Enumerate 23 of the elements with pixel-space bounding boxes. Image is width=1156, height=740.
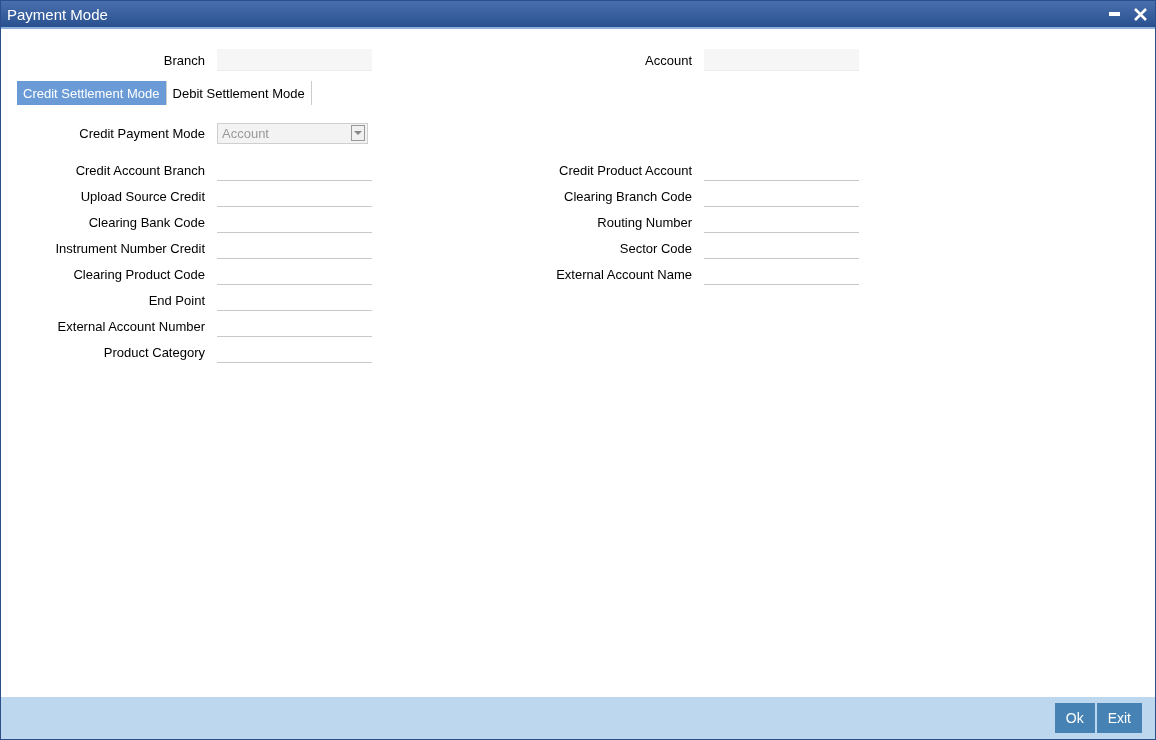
minimize-icon[interactable] (1109, 12, 1120, 16)
tab[interactable]: Credit Settlement Mode (17, 81, 167, 105)
field-label: Upload Source Credit (79, 188, 205, 204)
close-icon[interactable] (1134, 7, 1147, 21)
field-label: Account (644, 52, 692, 68)
field-label: Instrument Number Credit (54, 240, 205, 256)
footer-button[interactable]: Ok (1054, 703, 1095, 733)
footer-button[interactable]: Exit (1096, 703, 1142, 733)
field-label: End Point (147, 292, 205, 308)
field-label: Routing Number (596, 214, 692, 230)
field-label: Clearing Bank Code (87, 214, 205, 230)
window-title: Payment Mode (7, 5, 108, 23)
caret-icon (351, 125, 365, 141)
field-label: External Account Number (56, 318, 205, 334)
field-label: Clearing Branch Code (563, 188, 692, 204)
field-label: Credit Product Account (558, 162, 692, 178)
field-label: External Account Name (555, 266, 692, 282)
field-label: Sector Code (618, 240, 692, 256)
field-label: Branch (162, 52, 205, 68)
field-label: Credit Account Branch (74, 162, 205, 178)
field-label: Clearing Product Code (72, 266, 205, 282)
field-label: Credit Payment Mode (78, 125, 205, 141)
field-label: Product Category (102, 344, 205, 360)
